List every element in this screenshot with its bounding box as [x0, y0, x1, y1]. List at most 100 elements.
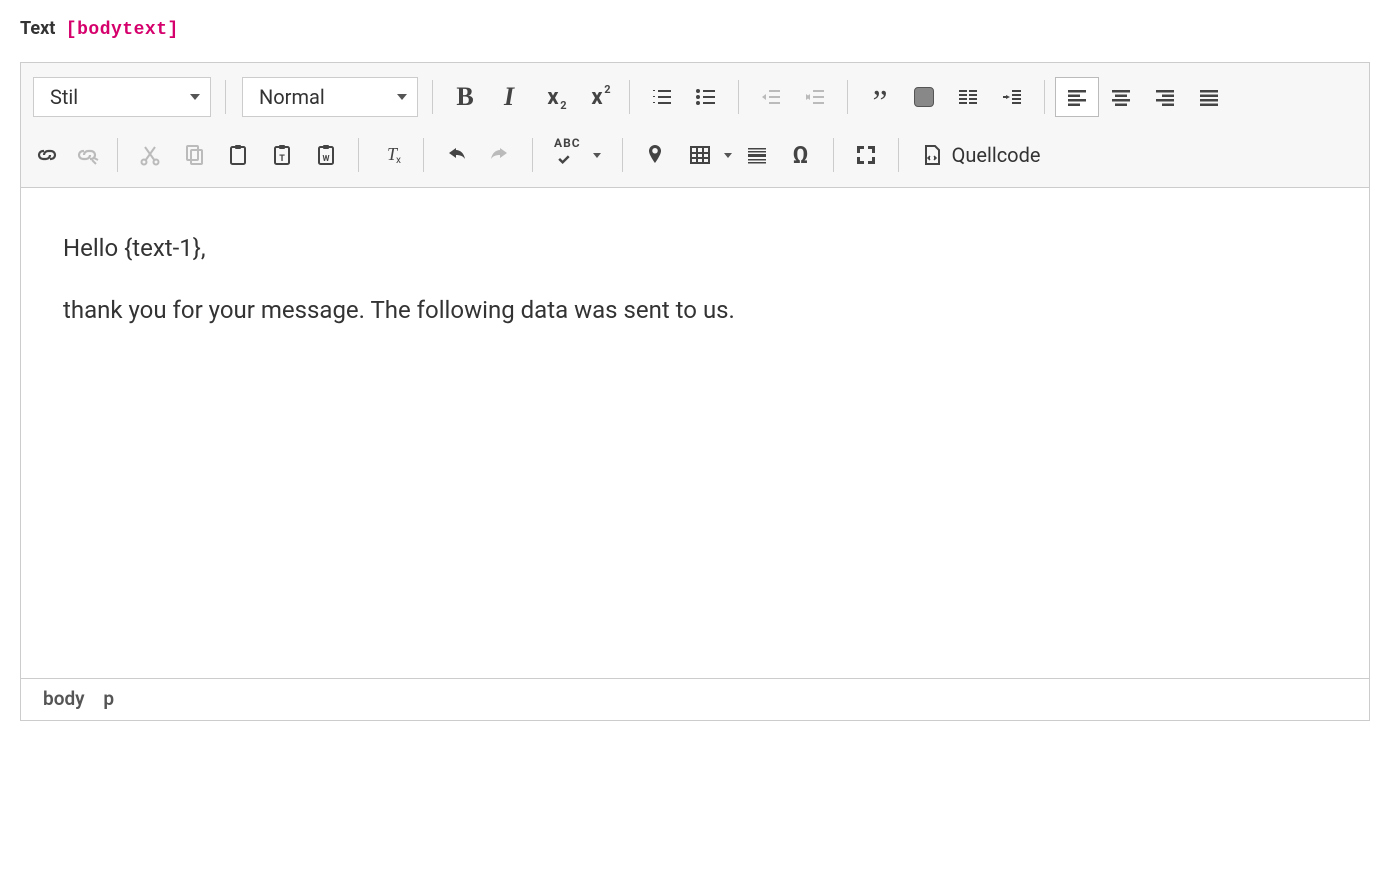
- multicol-button[interactable]: [946, 77, 990, 117]
- omega-icon: Ω: [793, 141, 809, 169]
- hr-icon: [745, 143, 769, 167]
- align-center-button[interactable]: [1099, 77, 1143, 117]
- source-icon: [920, 143, 944, 167]
- paste-text-button[interactable]: T: [260, 135, 304, 175]
- redo-button: [478, 135, 522, 175]
- quote-icon: ”: [872, 84, 887, 110]
- toolbar-separator: [423, 138, 424, 172]
- caret-down-icon: [190, 94, 200, 100]
- elements-path-item[interactable]: p: [103, 687, 114, 710]
- table-button[interactable]: [677, 135, 735, 175]
- source-button[interactable]: Quellcode: [909, 135, 1052, 175]
- rich-text-editor: Stil Normal B I x x: [20, 62, 1370, 721]
- paste-icon: [226, 143, 250, 167]
- toolbar-separator: [225, 80, 226, 114]
- blockquote-button[interactable]: ”: [858, 77, 902, 117]
- remove-format-icon: Tx: [379, 143, 403, 167]
- format-combo[interactable]: Normal: [242, 77, 418, 117]
- field-tag: [bodytext]: [66, 20, 179, 40]
- insert-block-button[interactable]: [990, 77, 1034, 117]
- align-left-button[interactable]: [1055, 77, 1099, 117]
- table-icon: [688, 143, 712, 167]
- horizontal-rule-button[interactable]: [735, 135, 779, 175]
- italic-icon: I: [504, 82, 514, 112]
- svg-text:T: T: [279, 154, 285, 164]
- toolbar-separator: [622, 138, 623, 172]
- field-label: Text [bodytext]: [20, 18, 1370, 40]
- bullet-list-button[interactable]: [684, 77, 728, 117]
- indent-icon: [803, 85, 827, 109]
- align-center-icon: [1109, 85, 1133, 109]
- columns-icon: [956, 85, 980, 109]
- style-combo[interactable]: Stil: [33, 77, 211, 117]
- svg-text:W: W: [323, 154, 330, 163]
- scissors-icon: [138, 143, 162, 167]
- copy-icon: [182, 143, 206, 167]
- align-right-button[interactable]: [1143, 77, 1187, 117]
- block-icon: [914, 87, 934, 107]
- field-label-text: Text: [20, 18, 55, 39]
- superscript-button[interactable]: x: [575, 77, 619, 117]
- editor-statusbar: body p: [21, 678, 1369, 720]
- redo-icon: [488, 143, 512, 167]
- editor-toolbar: Stil Normal B I x x: [21, 63, 1369, 188]
- toolbar-separator: [432, 80, 433, 114]
- align-right-icon: [1153, 85, 1177, 109]
- numbered-list-icon: [650, 85, 674, 109]
- paste-word-button[interactable]: W: [304, 135, 348, 175]
- anchor-button[interactable]: [633, 135, 677, 175]
- paste-word-icon: W: [314, 143, 338, 167]
- toolbar-separator: [738, 80, 739, 114]
- italic-button[interactable]: I: [487, 77, 531, 117]
- align-justify-button[interactable]: [1187, 77, 1231, 117]
- toolbar-row-2: T W Tx ABC: [27, 129, 1363, 181]
- show-blocks-button[interactable]: [902, 77, 946, 117]
- subscript-button[interactable]: x: [531, 77, 575, 117]
- toolbar-separator: [358, 138, 359, 172]
- undo-button[interactable]: [434, 135, 478, 175]
- insert-block-icon: [1000, 85, 1024, 109]
- align-justify-icon: [1197, 85, 1221, 109]
- toolbar-separator: [898, 138, 899, 172]
- special-char-button[interactable]: Ω: [779, 135, 823, 175]
- bold-icon: B: [456, 82, 473, 112]
- remove-format-button[interactable]: Tx: [369, 135, 413, 175]
- toolbar-separator: [847, 80, 848, 114]
- toolbar-separator: [1044, 80, 1045, 114]
- toolbar-separator: [833, 138, 834, 172]
- undo-icon: [444, 143, 468, 167]
- link-button[interactable]: [27, 135, 67, 175]
- paste-text-icon: T: [270, 143, 294, 167]
- caret-down-icon: [397, 94, 407, 100]
- caret-down-icon: [724, 153, 732, 158]
- unlink-icon: [75, 143, 99, 167]
- align-left-icon: [1065, 85, 1089, 109]
- toolbar-separator: [117, 138, 118, 172]
- editor-content[interactable]: Hello {text-1}, thank you for your messa…: [21, 188, 1369, 678]
- spellcheck-text: ABC: [554, 137, 581, 149]
- maximize-icon: [854, 143, 878, 167]
- svg-text:x: x: [396, 155, 401, 166]
- format-combo-label: Normal: [259, 85, 325, 109]
- source-button-label: Quellcode: [952, 143, 1041, 167]
- toolbar-separator: [532, 138, 533, 172]
- style-combo-label: Stil: [50, 85, 78, 109]
- elements-path-item[interactable]: body: [43, 687, 85, 710]
- numbered-list-button[interactable]: [640, 77, 684, 117]
- caret-down-icon: [593, 153, 601, 158]
- indent-button: [793, 77, 837, 117]
- bold-button[interactable]: B: [443, 77, 487, 117]
- content-paragraph: thank you for your message. The followin…: [63, 294, 1327, 328]
- bullet-list-icon: [694, 85, 718, 109]
- cut-button: [128, 135, 172, 175]
- copy-button: [172, 135, 216, 175]
- superscript-icon: x: [591, 85, 602, 110]
- pin-icon: [643, 143, 667, 167]
- outdent-button: [749, 77, 793, 117]
- link-icon: [35, 143, 59, 167]
- unlink-button: [67, 135, 107, 175]
- paste-button[interactable]: [216, 135, 260, 175]
- maximize-button[interactable]: [844, 135, 888, 175]
- spellcheck-button[interactable]: ABC: [543, 135, 612, 175]
- content-paragraph: Hello {text-1},: [63, 232, 1327, 266]
